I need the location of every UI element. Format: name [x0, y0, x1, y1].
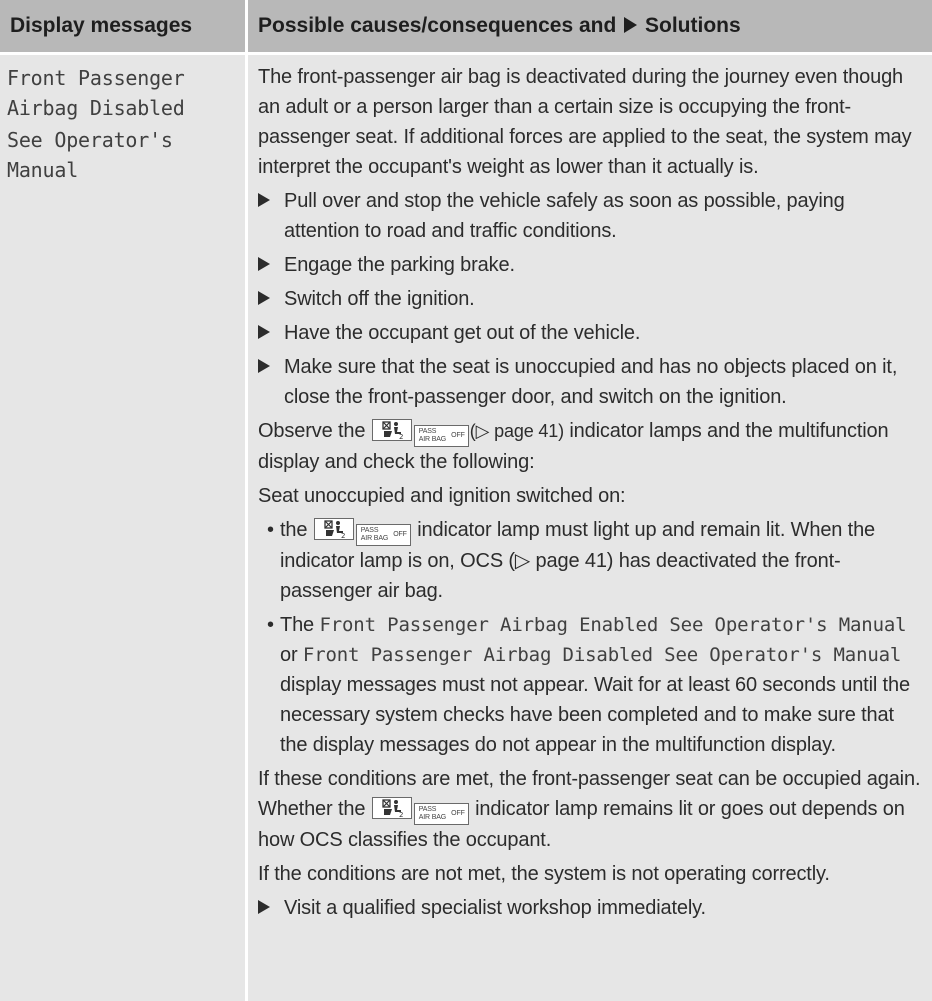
bullet2-suffix: display messages must not appear. Wait f…: [280, 674, 910, 756]
pass-airbag-off-icon: PASS AIR BAG OFF: [355, 524, 411, 546]
check-bullet-2: • The Front Passenger Airbag Enabled See…: [258, 610, 924, 760]
pass-airbag-off-icon: PASS AIR BAG OFF: [413, 425, 469, 447]
seat-occupant-icon: 2: [382, 421, 403, 439]
seat-occupant-airbag-off-icon: 2: [371, 419, 412, 441]
conditions-not-met-paragraph: If the conditions are not met, the syste…: [258, 863, 830, 885]
solution-arrow-icon: [624, 17, 638, 33]
off-label: OFF: [393, 531, 407, 538]
seat-occupant-icon: 2: [324, 520, 345, 538]
seat-occupant-airbag-off-icon: 2: [371, 797, 412, 819]
step-text: Visit a qualified specialist workshop im…: [284, 897, 706, 919]
header-right-prefix: Possible causes/consequences and: [258, 14, 617, 37]
svg-text:2: 2: [399, 433, 403, 439]
pass-label: PASS: [418, 806, 437, 813]
conditions-met-paragraph: If these conditions are met, the front-p…: [258, 764, 924, 855]
display-message-line-4: Manual: [7, 158, 79, 182]
solution-step-1: Pull over and stop the vehicle safely as…: [258, 186, 924, 246]
header-causes-solutions: Possible causes/consequences and Solutio…: [248, 0, 932, 52]
intro-paragraph: The front-passenger air bag is deactivat…: [258, 66, 912, 178]
step-arrow-icon: [258, 359, 270, 373]
header-right-suffix: Solutions: [645, 14, 741, 37]
step-arrow-icon: [258, 291, 270, 305]
step-arrow-icon: [258, 257, 270, 271]
bullet-dot: •: [267, 614, 274, 636]
observe-paragraph: Observe the 2 PASS AIR BAG OFF (▷ page 41) …: [258, 416, 924, 477]
off-label: OFF: [451, 810, 465, 817]
message-airbag-enabled: Front Passenger Airbag Enabled See Opera…: [319, 614, 907, 636]
display-message-line-3: See Operator's: [7, 128, 173, 152]
bullet-dot: •: [267, 519, 274, 541]
bullet2-the: The: [280, 614, 315, 636]
step-arrow-icon: [258, 193, 270, 207]
airbag-label: AIR BAG: [418, 814, 447, 821]
step-text: Engage the parking brake.: [284, 254, 515, 276]
seat-occupant-icon: 2: [382, 799, 403, 817]
display-message-line-1: Front Passenger: [7, 66, 185, 90]
step-text: Make sure that the seat is unoccupied an…: [284, 356, 898, 408]
svg-text:2: 2: [399, 811, 403, 817]
header-left-label: Display messages: [10, 14, 193, 37]
step-text: Pull over and stop the vehicle safely as…: [284, 190, 845, 242]
solution-step-4: Have the occupant get out of the vehicle…: [258, 318, 924, 348]
step-text: Switch off the ignition.: [284, 288, 475, 310]
observe-prefix: Observe the: [258, 420, 366, 442]
solution-step-2: Engage the parking brake.: [258, 250, 924, 280]
display-message-text: Front Passenger Airbag Disabled See Oper…: [7, 63, 185, 185]
message-airbag-disabled: Front Passenger Airbag Disabled See Oper…: [302, 644, 902, 666]
solution-step-final: Visit a qualified specialist workshop im…: [258, 893, 924, 923]
solution-step-3: Switch off the ignition.: [258, 284, 924, 314]
pass-label: PASS: [360, 527, 379, 534]
step-arrow-icon: [258, 325, 270, 339]
airbag-label: AIR BAG: [418, 436, 447, 443]
header-display-messages: Display messages: [0, 0, 245, 52]
airbag-label: AIR BAG: [360, 535, 389, 542]
bullet1-prefix: the: [280, 519, 308, 541]
pass-airbag-off-icon: PASS AIR BAG OFF: [413, 803, 469, 825]
check-bullet-1: • the 2 PASS AIR BAG OFF indicator lamp mu…: [258, 515, 924, 606]
causes-solutions-text: The front-passenger air bag is deactivat…: [258, 62, 924, 923]
display-message-line-2: Airbag Disabled: [7, 96, 185, 120]
bullet2-or: or: [280, 644, 298, 666]
seat-unoccupied-line: Seat unoccupied and ignition switched on…: [258, 485, 626, 507]
display-messages-table: Display messages Possible causes/consequ…: [0, 0, 932, 1001]
solution-step-5: Make sure that the seat is unoccupied an…: [258, 352, 924, 412]
step-text: Have the occupant get out of the vehicle…: [284, 322, 641, 344]
seat-occupant-airbag-off-icon: 2: [313, 518, 354, 540]
off-label: OFF: [451, 432, 465, 439]
step-arrow-icon: [258, 900, 270, 914]
display-message-cell: [0, 55, 245, 1001]
page-reference-41: (▷ page 41): [469, 421, 564, 441]
pass-label: PASS: [418, 428, 437, 435]
svg-text:2: 2: [341, 532, 345, 538]
